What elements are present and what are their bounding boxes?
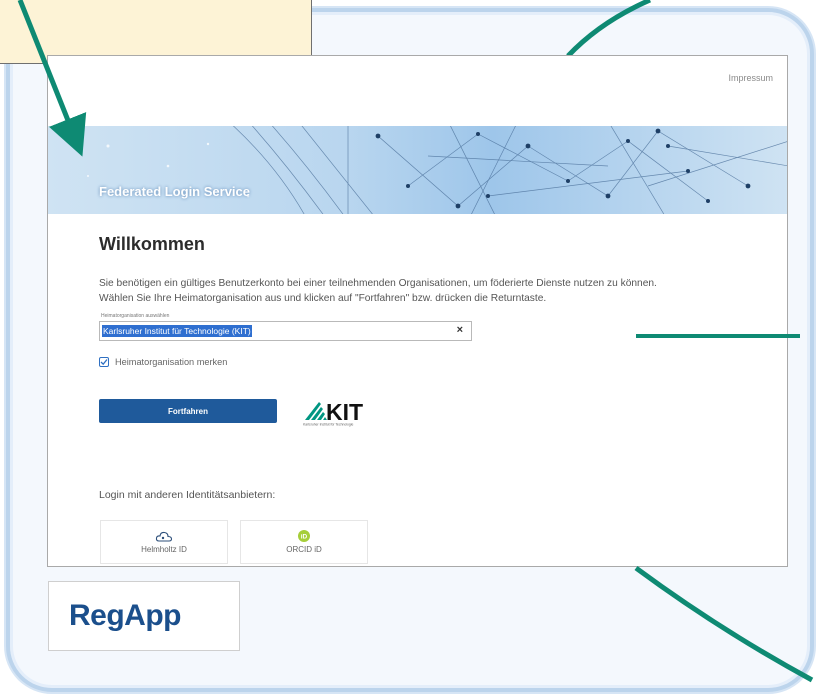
intro-text: Sie benötigen ein gültiges Benutzerkonto… (99, 276, 779, 306)
select-label: Heimatorganisation auswählen (101, 313, 170, 319)
clear-icon[interactable]: × (457, 324, 463, 336)
selected-organization: Karlsruher Institut für Technologie (KIT… (102, 325, 252, 337)
banner: Federated Login Service (48, 126, 787, 214)
intro-line-1: Sie benötigen ein gültiges Benutzerkonto… (99, 278, 657, 289)
banner-title: Federated Login Service (99, 184, 250, 199)
svg-text:iD: iD (301, 534, 308, 541)
kit-logo-subtitle: Karlsruher Institut für Technologie (303, 423, 354, 427)
kit-logo-icon: KIT Karlsruher Institut für Technologie (303, 399, 363, 427)
intro-line-2: Wählen Sie Ihre Heimatorganisation aus u… (99, 293, 547, 304)
regapp-label-box: RegApp (48, 581, 240, 651)
kit-logo-text: KIT (326, 399, 363, 425)
check-icon (100, 359, 108, 366)
page-title: Willkommen (99, 234, 205, 254)
provider-label-orcid: ORCID iD (286, 545, 322, 554)
provider-label-helmholtz: Helmholtz ID (141, 545, 187, 554)
regapp-label: RegApp (69, 599, 182, 632)
remember-label: Heimatorganisation merken (115, 357, 228, 367)
impressum-link[interactable]: Impressum (728, 73, 773, 83)
other-providers-label: Login mit anderen Identitätsanbietern: (99, 489, 276, 501)
orcid-icon: iD (298, 530, 310, 542)
kit-logo: KIT Karlsruher Institut für Technologie (301, 394, 381, 433)
network-graphic (87, 126, 787, 214)
helmholtz-cloud-icon (155, 531, 173, 542)
login-page-screenshot: Impressum Federated Login Service Willko… (47, 55, 788, 567)
continue-button[interactable]: Fortfahren (99, 399, 277, 423)
home-organization-select[interactable]: Karlsruher Institut für Technologie (KIT… (99, 321, 472, 341)
helmholtz-id-button[interactable]: Helmholtz ID (100, 520, 228, 564)
remember-option: Heimatorganisation merken (99, 357, 227, 367)
remember-checkbox[interactable] (99, 357, 109, 367)
orcid-id-button[interactable]: iD ORCID iD (240, 520, 368, 564)
